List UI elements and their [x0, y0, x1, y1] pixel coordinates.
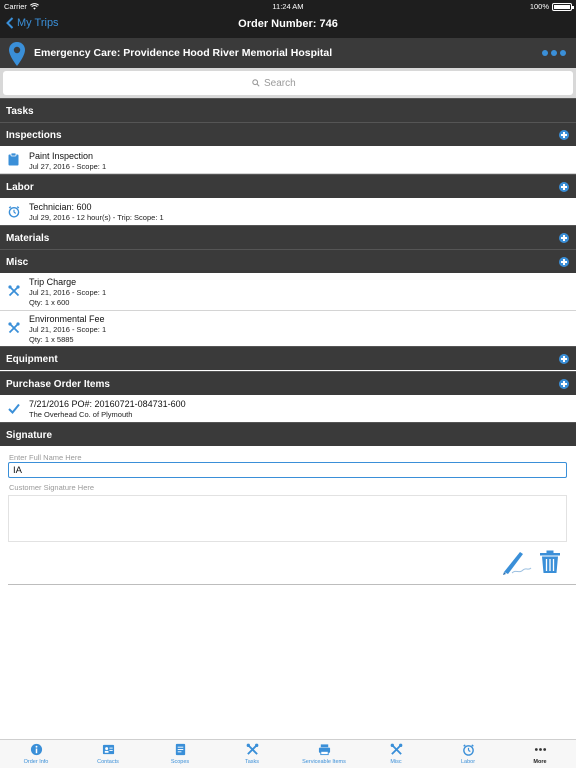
- item-title: 7/21/2016 PO#: 20160721-084731-600: [29, 399, 186, 409]
- search-bar: [0, 68, 576, 98]
- item-detail: Jul 21, 2016 - Scope: 1: [29, 288, 107, 297]
- item-quantity: Qty: 1 x 5885: [29, 335, 74, 344]
- map-pin-icon: [9, 42, 25, 66]
- divider: [8, 584, 576, 585]
- more-dot-icon: [551, 50, 557, 56]
- tab-label: Tasks: [244, 759, 260, 765]
- tools-icon: [8, 322, 20, 334]
- tab-misc[interactable]: Misc: [360, 740, 432, 768]
- list-item[interactable]: 7/21/2016 PO#: 20160721-084731-600 The O…: [0, 395, 576, 423]
- battery-percent: 100%: [529, 2, 549, 11]
- section-equipment[interactable]: Equipment: [0, 346, 576, 370]
- tab-more[interactable]: More: [504, 740, 576, 768]
- tab-label: Misc: [390, 759, 402, 765]
- stopwatch-icon: [462, 744, 474, 756]
- tab-serviceable-items[interactable]: Serviceable Items: [288, 740, 360, 768]
- add-inspection-button[interactable]: [559, 130, 569, 140]
- tab-bar: Order Info Contacts Scopes Tasks Service…: [0, 739, 576, 768]
- tab-label: Serviceable Items: [302, 759, 346, 765]
- tab-labor[interactable]: Labor: [432, 740, 504, 768]
- back-button[interactable]: My Trips: [6, 17, 59, 29]
- section-title: Tasks: [6, 106, 34, 117]
- search-icon: [252, 79, 260, 87]
- tab-label: More: [533, 759, 547, 765]
- list-item[interactable]: Technician: 600 Jul 29, 2016 - 12 hour(s…: [0, 198, 576, 226]
- add-material-button[interactable]: [559, 233, 569, 243]
- search-field[interactable]: [3, 71, 573, 95]
- scopes-icon: [175, 743, 185, 756]
- checkmark-icon: [8, 403, 20, 414]
- tab-contacts[interactable]: Contacts: [72, 740, 144, 768]
- battery-icon: [552, 2, 574, 11]
- tools-icon: [8, 285, 20, 297]
- item-quantity: Qty: 1 x 600: [29, 298, 70, 307]
- more-icon: [534, 748, 546, 751]
- tools-icon: [390, 743, 402, 755]
- tab-label: Contacts: [97, 759, 119, 765]
- section-title: Purchase Order Items: [6, 379, 110, 390]
- list-item[interactable]: Trip Charge Jul 21, 2016 - Scope: 1 Qty:…: [0, 273, 576, 311]
- clipboard-icon: [8, 153, 19, 166]
- signature-pad[interactable]: [8, 495, 567, 542]
- add-purchase-order-button[interactable]: [559, 379, 569, 389]
- list-item[interactable]: Paint Inspection Jul 27, 2016 - Scope: 1: [0, 146, 576, 174]
- tab-tasks[interactable]: Tasks: [216, 740, 288, 768]
- contacts-icon: [102, 744, 114, 755]
- add-labor-button[interactable]: [559, 182, 569, 192]
- section-title: Misc: [6, 257, 29, 268]
- section-tasks[interactable]: Tasks: [0, 98, 576, 122]
- item-detail: Jul 21, 2016 - Scope: 1: [29, 325, 107, 334]
- list-item[interactable]: Environmental Fee Jul 21, 2016 - Scope: …: [0, 311, 576, 347]
- section-title: Signature: [6, 430, 53, 441]
- section-labor[interactable]: Labor: [0, 174, 576, 198]
- location-header: Emergency Care: Providence Hood River Me…: [0, 38, 576, 68]
- pen-sign-icon[interactable]: [500, 548, 532, 576]
- section-title: Materials: [6, 233, 50, 244]
- add-misc-button[interactable]: [559, 257, 569, 267]
- tab-label: Scopes: [170, 759, 190, 765]
- chevron-left-icon: [6, 17, 14, 29]
- item-title: Paint Inspection: [29, 151, 94, 161]
- tab-label: Order Info: [23, 759, 49, 765]
- section-materials[interactable]: Materials: [0, 225, 576, 249]
- more-dot-icon: [560, 50, 566, 56]
- info-icon: [30, 743, 42, 756]
- item-title: Environmental Fee: [29, 314, 105, 324]
- full-name-label: Enter Full Name Here: [9, 453, 82, 462]
- section-title: Equipment: [6, 354, 58, 365]
- navigation-bar: My Trips Order Number: 746: [0, 12, 576, 38]
- section-inspections[interactable]: Inspections: [0, 122, 576, 146]
- add-equipment-button[interactable]: [559, 354, 569, 364]
- item-title: Trip Charge: [29, 277, 77, 287]
- item-title: Technician: 600: [29, 202, 92, 212]
- signature-label: Customer Signature Here: [9, 483, 95, 492]
- item-detail: Jul 29, 2016 - 12 hour(s) - Trip: Scope:…: [29, 213, 164, 222]
- section-misc[interactable]: Misc: [0, 249, 576, 273]
- clock: 11:24 AM: [272, 2, 304, 11]
- status-bar: Carrier 11:24 AM 100%: [0, 0, 576, 12]
- trash-icon[interactable]: [539, 550, 561, 574]
- section-signature: Signature: [0, 422, 576, 446]
- section-title: Labor: [6, 182, 34, 193]
- printer-icon: [318, 744, 330, 756]
- battery-indicator: 100%: [529, 2, 574, 11]
- location-name: Emergency Care: Providence Hood River Me…: [34, 47, 333, 59]
- page-title: Order Number: 746: [238, 18, 338, 30]
- more-options-button[interactable]: [542, 50, 566, 56]
- more-dot-icon: [542, 50, 548, 56]
- section-title: Inspections: [6, 130, 62, 141]
- item-detail: Jul 27, 2016 - Scope: 1: [29, 162, 107, 171]
- full-name-input[interactable]: [8, 462, 567, 478]
- tab-order-info[interactable]: Order Info: [0, 740, 72, 768]
- section-purchase-order-items[interactable]: Purchase Order Items: [0, 371, 576, 395]
- tab-scopes[interactable]: Scopes: [144, 740, 216, 768]
- tab-label: Labor: [460, 759, 476, 765]
- back-button-label: My Trips: [17, 17, 59, 29]
- stopwatch-icon: [8, 206, 20, 218]
- tools-icon: [246, 743, 258, 755]
- item-detail: The Overhead Co. of Plymouth: [29, 410, 133, 419]
- search-input[interactable]: [264, 77, 324, 89]
